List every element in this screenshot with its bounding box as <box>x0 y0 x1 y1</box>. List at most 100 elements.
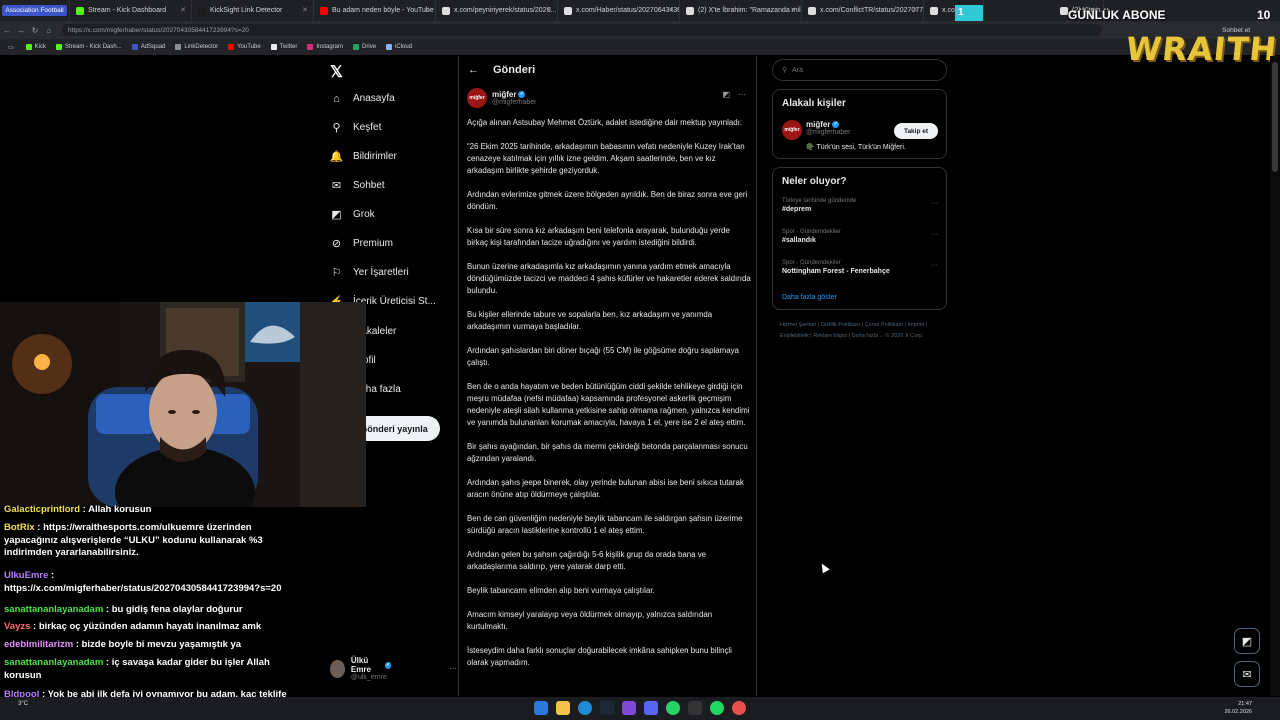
trend-item[interactable]: Türkiye tarihinde gündemde #deprem <box>782 198 856 213</box>
bookmark-item[interactable]: YouTube <box>228 44 261 50</box>
apps-icon[interactable]: ▭ <box>8 44 14 51</box>
reload-icon[interactable]: ↻ <box>28 26 42 35</box>
chat-text: : birkaç oç yüzünden adamın hayatı inanı… <box>30 621 262 632</box>
grok-icon[interactable]: ◩ <box>722 90 730 99</box>
nav-item-home[interactable]: ⌂ Anasayfa <box>330 92 395 105</box>
more-dots-icon[interactable]: ··· <box>449 664 457 673</box>
tab-close-icon[interactable]: ✕ <box>912 6 918 14</box>
related-name[interactable]: miğfer <box>806 120 830 129</box>
browser-tab[interactable]: x.com/peyniriyerek/status/2026... ✕ <box>436 0 558 21</box>
grok-fab-icon[interactable]: ◩ <box>1234 628 1260 654</box>
bookmark-item[interactable]: Twitter <box>270 44 297 50</box>
wraith-logo: WRAITH <box>1124 30 1280 68</box>
bookmark-icon: ⚐ <box>331 267 342 279</box>
browser-tab[interactable]: Association Football <box>0 0 70 21</box>
more-dots-icon[interactable]: ··· <box>931 200 938 207</box>
nav-label: Keşfet <box>353 122 382 133</box>
taskbar: 3°C 21:47 26.02.2026 <box>0 697 1280 720</box>
bookmark-item[interactable]: iCloud <box>386 44 412 50</box>
tab-close-icon[interactable]: ✕ <box>668 6 674 14</box>
post-author[interactable]: miğfer miğfer ✓ @migferhaber <box>467 88 536 108</box>
tab-close-icon[interactable]: ✕ <box>546 6 552 14</box>
author-avatar[interactable]: miğfer <box>467 88 487 108</box>
nav-item-bookmark[interactable]: ⚐ Yer İşaretleri <box>330 266 409 279</box>
edge-icon[interactable] <box>578 701 592 715</box>
tab-favicon-icon <box>564 6 572 15</box>
browser-tab[interactable]: KickSight Link Detector ✕ <box>192 0 314 21</box>
chat-username: BotRix <box>4 522 35 533</box>
bookmark-label: Stream - Kick Dash... <box>65 44 122 50</box>
bookmark-item[interactable]: AdSquad <box>131 44 165 50</box>
chat-username: Vayzs <box>4 621 31 632</box>
tab-close-icon[interactable]: ✕ <box>424 6 430 14</box>
tab-close-icon[interactable]: ✕ <box>180 6 186 14</box>
bookmark-favicon-icon <box>228 44 235 50</box>
start-icon[interactable] <box>534 701 548 715</box>
whatsapp-icon[interactable] <box>666 701 680 715</box>
post-paragraph: Açığa alınan Astsubay Mehmet Öztürk, ada… <box>467 118 743 127</box>
daily-sub-label: GÜNLÜK ABONE <box>1068 8 1166 22</box>
spotify-icon[interactable] <box>710 701 724 715</box>
search-input[interactable]: ⚲ Ara <box>772 59 947 81</box>
related-avatar[interactable]: miğfer <box>782 120 802 140</box>
x-logo-icon[interactable]: 𝕏 <box>330 62 343 82</box>
file-explorer-icon[interactable] <box>556 701 570 715</box>
bookmark-favicon-icon <box>270 44 277 50</box>
bookmark-favicon-icon <box>131 44 138 50</box>
footer-links[interactable]: Hizmet Şartları | Gizlilik Politikası | … <box>780 320 945 342</box>
tab-close-icon[interactable]: ✕ <box>790 6 796 14</box>
obs-icon[interactable] <box>622 701 636 715</box>
clock[interactable]: 21:47 26.02.2026 <box>1224 700 1252 716</box>
chat-username: Galacticprintlord <box>4 504 81 515</box>
home-browser-icon[interactable]: ⌂ <box>42 26 56 35</box>
mouse-cursor-icon <box>818 561 830 574</box>
bookmark-favicon-icon <box>175 44 182 50</box>
browser-tab[interactable]: x.com/Haber/status/20270643436... ✕ <box>558 0 680 21</box>
scrollbar[interactable] <box>1270 56 1280 696</box>
discord-icon[interactable] <box>644 701 658 715</box>
more-dots-icon[interactable]: ··· <box>931 231 938 238</box>
bookmark-item[interactable]: Kick <box>25 44 46 50</box>
trend-item[interactable]: Spor · Gündemdekiler #sallandık <box>782 229 841 244</box>
nav-label: Sohbet <box>353 180 385 191</box>
browser-tab[interactable]: Stream - Kick Dashboard ✕ <box>70 0 192 21</box>
post-paragraph: Bir şahıs ayağından, bir şahıs da mermi … <box>467 442 748 463</box>
trend-name: #deprem <box>782 206 812 213</box>
steam-icon[interactable] <box>600 701 614 715</box>
nav-item-mail[interactable]: ✉ Sohbet <box>330 179 385 192</box>
nav-label: Yer İşaretleri <box>353 267 409 278</box>
follow-button[interactable]: Takip et <box>894 123 938 139</box>
browser-tab[interactable]: Bu adam neden böyle - YouTube ✕ <box>314 0 436 21</box>
url-field[interactable]: https://x.com/migferhaber/status/2027043… <box>62 24 1102 36</box>
mail-icon: ✉ <box>331 180 342 192</box>
trend-name: #sallandık <box>782 237 816 244</box>
scrollbar-thumb[interactable] <box>1272 62 1278 172</box>
nav-item-search[interactable]: ⚲ Keşfet <box>330 121 381 134</box>
bookmark-item[interactable]: Drive <box>353 44 376 50</box>
forward-arrow-icon[interactable]: → <box>14 26 28 35</box>
more-dots-icon[interactable]: ··· <box>931 262 938 269</box>
trend-item[interactable]: Spor · Gündemdekiler Nottingham Forest - … <box>782 260 890 275</box>
nav-item-premium[interactable]: ⊘ Premium <box>330 237 393 250</box>
nav-item-bell[interactable]: 🔔 Bildirimler <box>330 150 397 163</box>
back-arrow-icon[interactable]: ← <box>0 26 14 35</box>
author-name[interactable]: miğfer <box>492 90 516 99</box>
browser-tab[interactable]: x.com/ConflictTR/status/2027077... ✕ <box>802 0 924 21</box>
back-icon[interactable]: ← <box>468 64 479 76</box>
tab-close-icon[interactable]: ✕ <box>302 6 308 14</box>
avatar <box>330 659 345 678</box>
bookmark-item[interactable]: Instagram <box>307 44 343 50</box>
account-switcher[interactable]: Ülkü Emre ✓ @ulk_emre ··· <box>330 656 457 681</box>
browser-tab[interactable]: (2) X'te İbrahim: "Ramazanda mil... ✕ <box>680 0 802 21</box>
show-more-link[interactable]: Daha fazla göster <box>782 294 837 301</box>
author-handle: @migferhaber <box>492 99 537 106</box>
app-icon[interactable] <box>688 701 702 715</box>
grok-icon: ◩ <box>331 209 342 221</box>
address-bar: ← → ↻ ⌂ https://x.com/migferhaber/status… <box>0 21 1280 39</box>
chrome-icon[interactable] <box>732 701 746 715</box>
nav-item-grok[interactable]: ◩ Grok <box>330 208 374 221</box>
more-dots-icon[interactable]: ··· <box>738 90 746 99</box>
messages-fab-icon[interactable]: ✉ <box>1234 661 1260 687</box>
bookmark-item[interactable]: Stream - Kick Dash... <box>56 44 122 50</box>
bookmark-item[interactable]: LinkDetector <box>175 44 218 50</box>
